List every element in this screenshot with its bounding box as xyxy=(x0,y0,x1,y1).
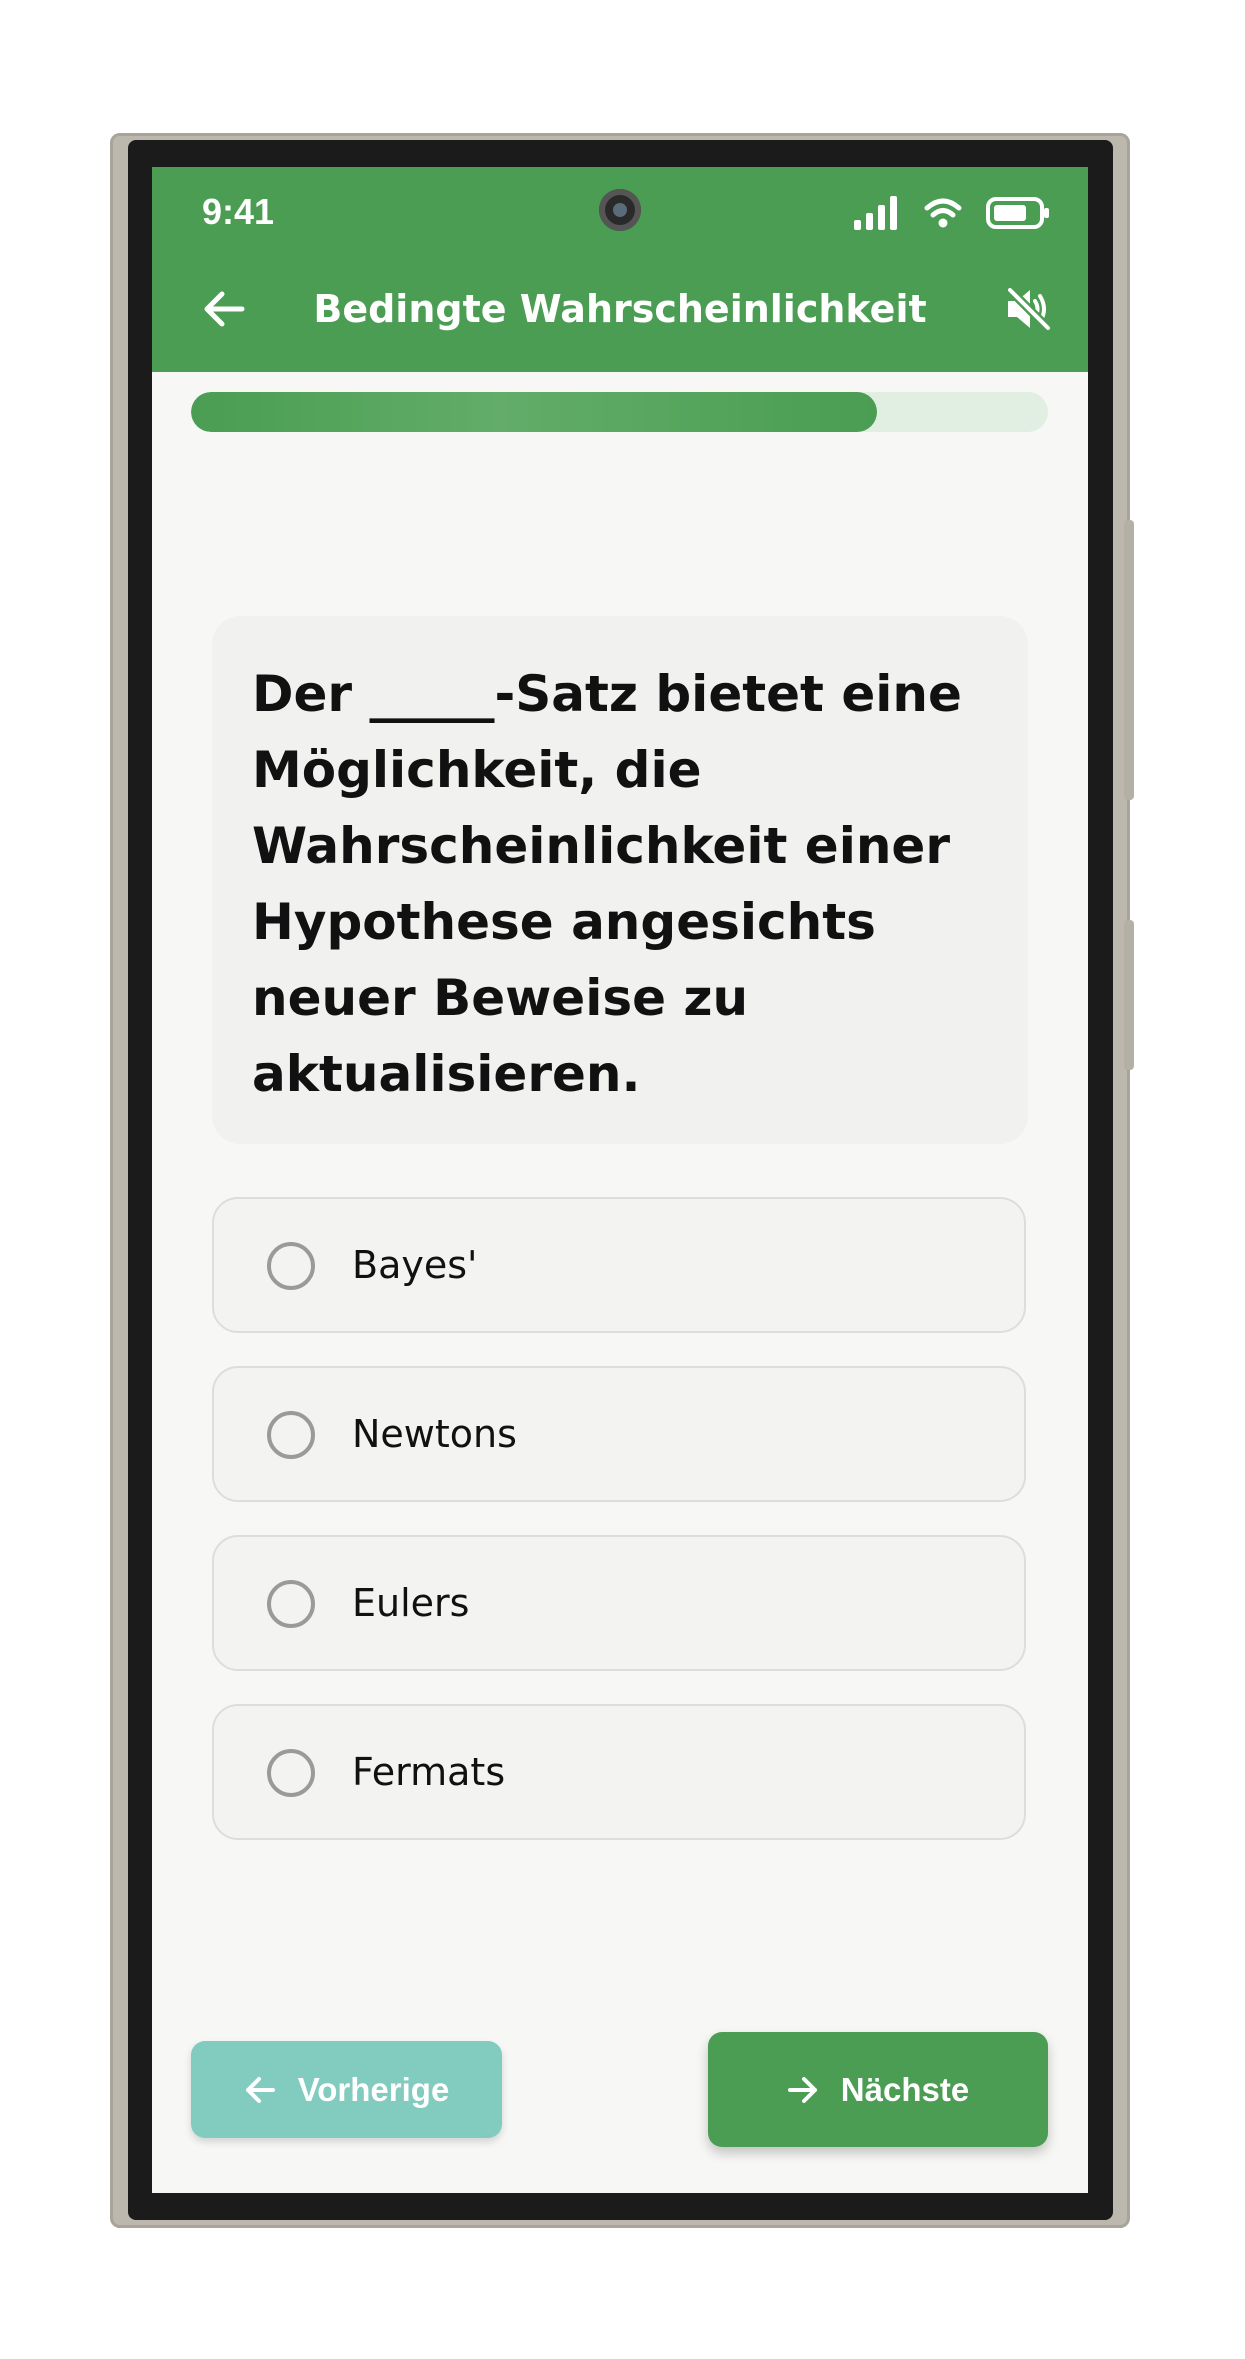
mute-button[interactable] xyxy=(992,273,1064,345)
radio-button[interactable] xyxy=(267,1749,315,1797)
app-screen: 9:41 Bedingte Wahrscheinlichkeit Der ___… xyxy=(152,167,1088,2193)
question-text: Der _____-Satz bietet eine Möglichkeit, … xyxy=(252,665,962,1103)
phone-side-button xyxy=(1124,920,1134,1070)
answer-option-label: Eulers xyxy=(352,1581,470,1625)
radio-button[interactable] xyxy=(267,1242,315,1290)
question-card: Der _____-Satz bietet eine Möglichkeit, … xyxy=(212,616,1028,1144)
answer-option[interactable]: Newtons xyxy=(212,1366,1026,1502)
status-time: 9:41 xyxy=(202,191,275,232)
back-button[interactable] xyxy=(188,273,260,345)
app-header: 9:41 Bedingte Wahrscheinlichkeit xyxy=(152,167,1088,372)
front-camera xyxy=(599,189,641,231)
next-button-label: Nächste xyxy=(840,2070,970,2108)
next-button[interactable]: Nächste xyxy=(708,2032,1048,2147)
answer-option[interactable]: Fermats xyxy=(212,1704,1026,1840)
answer-option-label: Bayes' xyxy=(352,1243,478,1287)
quiz-progress-bar xyxy=(191,392,1048,432)
radio-button[interactable] xyxy=(267,1580,315,1628)
status-icons xyxy=(854,195,1050,231)
quiz-progress-fill xyxy=(191,392,877,432)
previous-button[interactable]: Vorherige xyxy=(191,2041,502,2138)
phone-side-button xyxy=(1124,520,1134,800)
arrow-right-icon xyxy=(787,2076,817,2103)
answer-option[interactable]: Bayes' xyxy=(212,1197,1026,1333)
arrow-left-icon xyxy=(204,291,245,327)
signal-icon xyxy=(854,196,897,230)
answer-option[interactable]: Eulers xyxy=(212,1535,1026,1671)
battery-icon xyxy=(986,197,1049,229)
page-title: Bedingte Wahrscheinlichkeit xyxy=(313,287,927,331)
radio-button[interactable] xyxy=(267,1411,315,1459)
volume-muted-icon xyxy=(1005,286,1052,332)
wifi-icon xyxy=(924,198,962,228)
arrow-left-icon xyxy=(245,2076,275,2103)
previous-button-label: Vorherige xyxy=(297,2070,450,2108)
answer-option-label: Fermats xyxy=(352,1750,506,1794)
answer-option-label: Newtons xyxy=(352,1412,517,1456)
